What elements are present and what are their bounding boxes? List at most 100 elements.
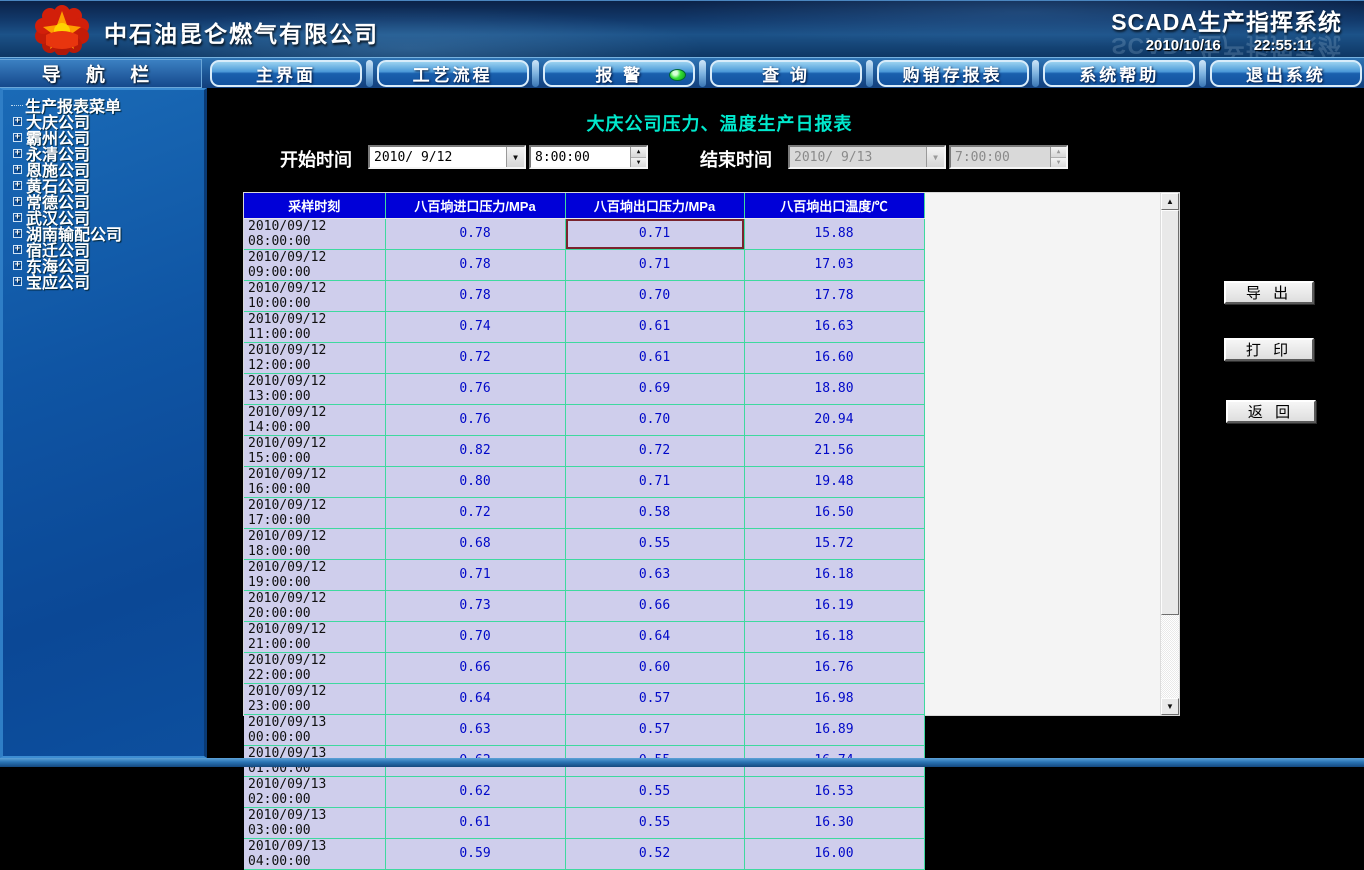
scroll-up-icon[interactable]: ▲ [1161,193,1179,210]
value-cell[interactable]: 0.57 [565,683,744,714]
dropdown-arrow-icon[interactable]: ▼ [506,147,524,167]
timestamp-cell[interactable]: 2010/09/13 00:00:00 [244,714,385,745]
timestamp-cell[interactable]: 2010/09/13 02:00:00 [244,776,385,807]
timestamp-cell[interactable]: 2010/09/12 17:00:00 [244,497,385,528]
scrollbar-track[interactable] [1161,615,1179,698]
timestamp-cell[interactable]: 2010/09/12 13:00:00 [244,373,385,404]
value-cell[interactable]: 0.72 [385,497,565,528]
tree-expand-icon[interactable]: + [13,245,22,254]
value-cell[interactable]: 0.76 [385,404,565,435]
value-cell[interactable]: 16.00 [744,838,924,869]
value-cell[interactable]: 0.71 [565,249,744,280]
timestamp-cell[interactable]: 2010/09/13 03:00:00 [244,807,385,838]
value-cell[interactable]: 16.50 [744,497,924,528]
value-cell[interactable]: 0.63 [565,559,744,590]
nav-button[interactable]: 查 询 [710,60,862,87]
tree-expand-icon[interactable]: + [13,165,22,174]
value-cell[interactable]: 0.55 [565,528,744,559]
value-cell[interactable]: 0.60 [565,652,744,683]
timestamp-cell[interactable]: 2010/09/12 09:00:00 [244,249,385,280]
timestamp-cell[interactable]: 2010/09/12 22:00:00 [244,652,385,683]
value-cell[interactable]: 0.78 [385,218,565,249]
value-cell[interactable]: 16.19 [744,590,924,621]
value-cell[interactable]: 0.70 [565,280,744,311]
value-cell[interactable]: 0.55 [565,776,744,807]
value-cell[interactable]: 16.18 [744,559,924,590]
nav-button[interactable]: 退出系统 [1210,60,1362,87]
timestamp-cell[interactable]: 2010/09/12 18:00:00 [244,528,385,559]
value-cell[interactable]: 16.30 [744,807,924,838]
timestamp-cell[interactable]: 2010/09/12 10:00:00 [244,280,385,311]
tree-expand-icon[interactable]: + [13,133,22,142]
tree-expand-icon[interactable]: + [13,149,22,158]
print-button[interactable]: 打 印 [1224,338,1314,361]
value-cell[interactable]: 0.73 [385,590,565,621]
spin-down-icon[interactable]: ▼ [631,158,646,168]
timestamp-cell[interactable]: 2010/09/12 14:00:00 [244,404,385,435]
tree-expand-icon[interactable]: + [13,261,22,270]
value-cell[interactable]: 0.70 [565,404,744,435]
timestamp-cell[interactable]: 2010/09/13 04:00:00 [244,838,385,869]
value-cell[interactable]: 0.64 [565,621,744,652]
value-cell[interactable]: 0.78 [385,249,565,280]
nav-button[interactable]: 购销存报表 [877,60,1029,87]
value-cell[interactable]: 0.82 [385,435,565,466]
nav-button[interactable]: 工艺流程 [377,60,529,87]
value-cell[interactable]: 0.71 [565,218,744,249]
value-cell[interactable]: 0.68 [385,528,565,559]
nav-button[interactable]: 主界面 [210,60,362,87]
timestamp-cell[interactable]: 2010/09/12 16:00:00 [244,466,385,497]
value-cell[interactable]: 0.57 [565,714,744,745]
value-cell[interactable]: 19.48 [744,466,924,497]
value-cell[interactable]: 0.74 [385,311,565,342]
tree-expand-icon[interactable]: + [13,213,22,222]
tree-expand-icon[interactable]: + [13,197,22,206]
value-cell[interactable]: 0.66 [385,652,565,683]
value-cell[interactable]: 16.89 [744,714,924,745]
timestamp-cell[interactable]: 2010/09/12 12:00:00 [244,342,385,373]
value-cell[interactable]: 21.56 [744,435,924,466]
column-header[interactable]: 八百垧出口温度/℃ [744,193,924,218]
column-header[interactable]: 八百垧进口压力/MPa [385,193,565,218]
value-cell[interactable]: 0.76 [385,373,565,404]
value-cell[interactable]: 17.78 [744,280,924,311]
value-cell[interactable]: 20.94 [744,404,924,435]
sidebar-item[interactable]: +宝应公司 [11,273,122,289]
start-date-picker[interactable]: 2010/ 9/12 ▼ [368,145,526,169]
value-cell[interactable]: 0.62 [385,776,565,807]
timestamp-cell[interactable]: 2010/09/12 23:00:00 [244,683,385,714]
value-cell[interactable]: 0.61 [385,807,565,838]
spin-up-icon[interactable]: ▲ [631,147,646,158]
value-cell[interactable]: 16.98 [744,683,924,714]
value-cell[interactable]: 18.80 [744,373,924,404]
value-cell[interactable]: 0.59 [385,838,565,869]
value-cell[interactable]: 0.61 [565,342,744,373]
value-cell[interactable]: 0.52 [565,838,744,869]
value-cell[interactable]: 0.70 [385,621,565,652]
value-cell[interactable]: 0.72 [565,435,744,466]
value-cell[interactable]: 0.58 [565,497,744,528]
value-cell[interactable]: 0.80 [385,466,565,497]
value-cell[interactable]: 16.76 [744,652,924,683]
value-cell[interactable]: 0.64 [385,683,565,714]
scrollbar-thumb[interactable] [1161,210,1179,615]
value-cell[interactable]: 15.88 [744,218,924,249]
timestamp-cell[interactable]: 2010/09/12 21:00:00 [244,621,385,652]
timestamp-cell[interactable]: 2010/09/12 15:00:00 [244,435,385,466]
tree-expand-icon[interactable]: + [13,277,22,286]
value-cell[interactable]: 15.72 [744,528,924,559]
value-cell[interactable]: 0.55 [565,807,744,838]
vertical-scrollbar[interactable]: ▲ ▼ [1160,193,1179,715]
value-cell[interactable]: 0.66 [565,590,744,621]
value-cell[interactable]: 17.03 [744,249,924,280]
tree-expand-icon[interactable]: + [13,181,22,190]
value-cell[interactable]: 16.53 [744,776,924,807]
value-cell[interactable]: 0.78 [385,280,565,311]
nav-button[interactable]: 系统帮助 [1043,60,1195,87]
timestamp-cell[interactable]: 2010/09/12 19:00:00 [244,559,385,590]
value-cell[interactable]: 0.71 [385,559,565,590]
value-cell[interactable]: 16.60 [744,342,924,373]
nav-button[interactable]: 报 警 [543,60,695,87]
value-cell[interactable]: 0.71 [565,466,744,497]
timestamp-cell[interactable]: 2010/09/12 20:00:00 [244,590,385,621]
